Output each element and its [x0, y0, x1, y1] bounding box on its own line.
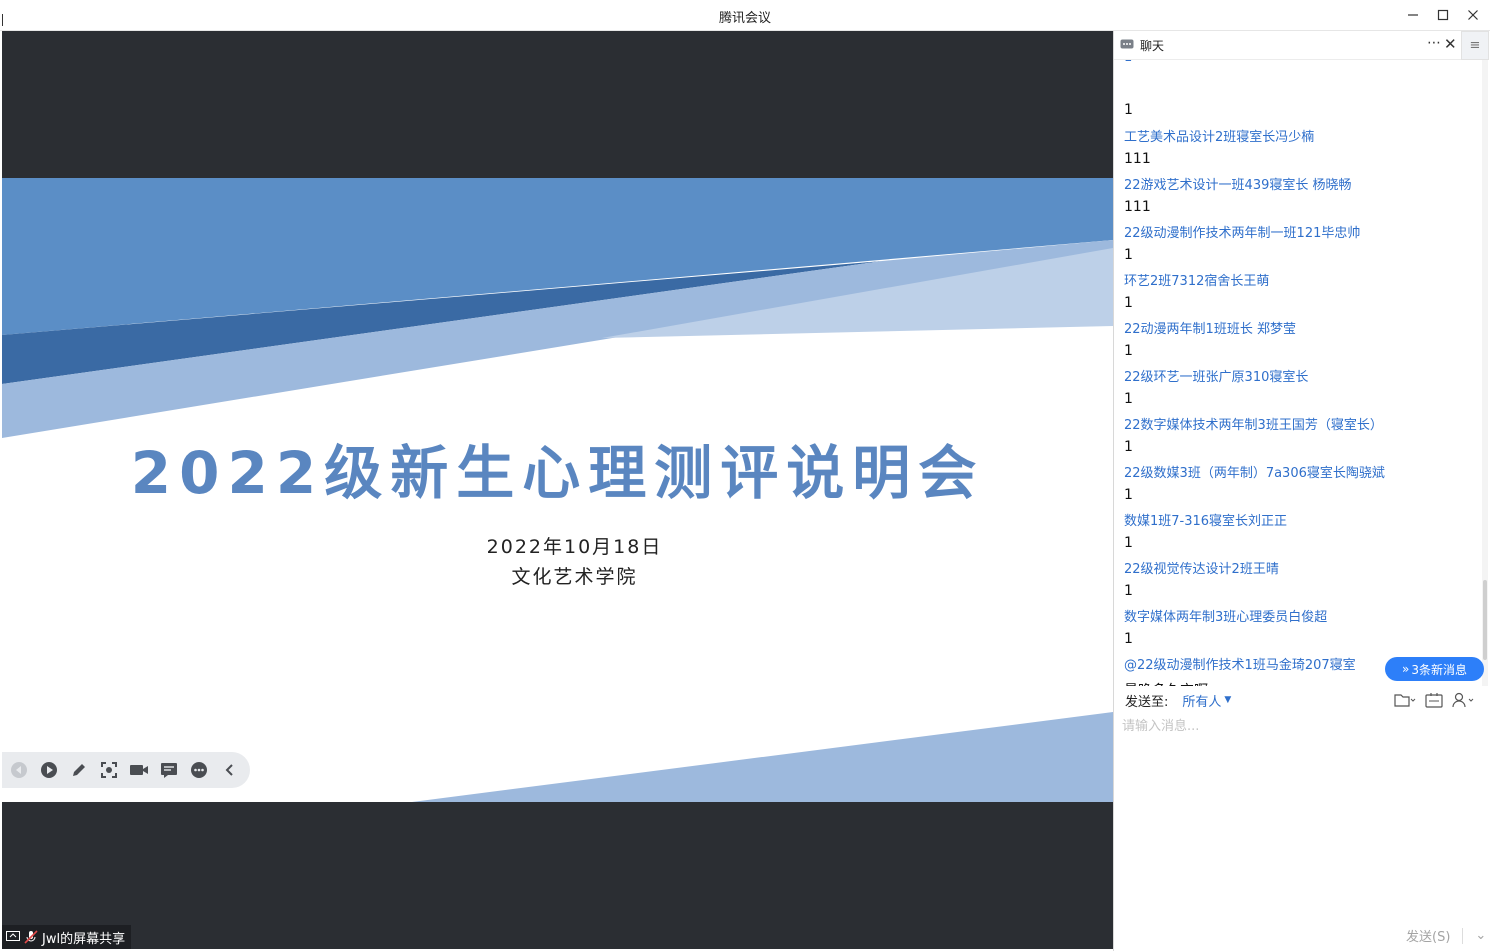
chat-sender-name[interactable]: 环艺2班7312宿舍长王萌 — [1124, 270, 1269, 289]
minimize-button[interactable] — [1401, 4, 1425, 26]
chat-sender-name[interactable]: 22级动漫制作技术两年制一班121毕忠帅 — [1124, 222, 1360, 241]
chat-sender-name[interactable]: 数字媒体两年制3班心理委员白俊超 — [1124, 606, 1327, 625]
shared-screen: 2022级新生心理测评说明会 2022年10月18日 文化艺术学院 Jwl的屏幕… — [2, 31, 1113, 949]
send-to-selector[interactable]: 所有人 — [1182, 691, 1221, 710]
annotation-toolbar — [2, 752, 250, 788]
chat-message-text: 最晚多久交啊 — [1124, 680, 1208, 686]
chat-panel: 聊天 ⋯ ✕ ≡ 11工艺美术品设计2班寝室长冯少楠11122游戏艺术设计一班4… — [1113, 31, 1490, 951]
close-icon — [1468, 10, 1478, 20]
chat-message-text: 111 — [1124, 151, 1151, 167]
chat-sender-name[interactable]: 22数字媒体技术两年制3班王国芳（寝室长） — [1124, 414, 1383, 433]
file-button[interactable] — [1394, 690, 1416, 710]
chat-message-text: 1 — [1124, 583, 1133, 599]
maximize-icon — [1437, 9, 1449, 21]
chat-sender-name[interactable]: 22游戏艺术设计一班439寝室长 杨晓畅 — [1124, 174, 1352, 193]
chat-sender-name[interactable]: 22级数媒3班（两年制）7a306寝室长陶骁斌 — [1124, 462, 1385, 481]
back-icon — [11, 762, 27, 778]
chat-message-text: 1 — [1124, 102, 1133, 118]
chat-message-text: 1 — [1124, 631, 1133, 647]
camera-button[interactable] — [128, 759, 150, 781]
caret-down-icon[interactable]: ▼ — [1224, 695, 1231, 705]
announcement-icon — [1425, 693, 1443, 708]
chat-message-text: 1 — [1124, 487, 1133, 503]
presentation-slide: 2022级新生心理测评说明会 2022年10月18日 文化艺术学院 — [2, 178, 1113, 802]
send-to-bar: 发送至: 所有人 ▼ — [1114, 687, 1490, 713]
chat-toggle-button[interactable] — [158, 759, 180, 781]
send-separator — [1462, 927, 1464, 944]
collapse-toolbar-button[interactable] — [218, 759, 240, 781]
chat-sender-name[interactable]: 22动漫两年制1班班长 郑梦莹 — [1124, 318, 1296, 337]
more-button[interactable] — [188, 759, 210, 781]
chat-sender-name[interactable]: 工艺美术品设计2班寝室长冯少楠 — [1124, 126, 1314, 145]
chat-close-icon[interactable]: ✕ — [1444, 35, 1457, 53]
send-to-label: 发送至: — [1125, 694, 1169, 710]
send-button[interactable]: 发送(S) ⌄ — [1406, 926, 1486, 945]
folder-icon — [1394, 694, 1416, 707]
screenshot-icon — [101, 762, 117, 778]
slide-date: 2022年10月18日 — [486, 536, 663, 558]
new-messages-label: 3条新消息 — [1411, 662, 1467, 677]
screenshot-button[interactable] — [98, 759, 120, 781]
chat-message-text: 1 — [1124, 247, 1133, 263]
chat-header: 聊天 ⋯ ✕ — [1114, 31, 1461, 60]
screen-share-text: Jwl的屏幕共享 — [42, 931, 126, 947]
screen-share-icon — [6, 931, 20, 941]
chat-more-icon[interactable]: ⋯ — [1427, 35, 1441, 51]
scrollbar-thumb[interactable] — [1483, 580, 1487, 660]
chat-side-menu-button[interactable]: ≡ — [1461, 31, 1489, 60]
chat-message-text: 1 — [1124, 343, 1133, 359]
screen-share-label: Jwl的屏幕共享 — [2, 925, 132, 949]
pen-icon — [73, 764, 85, 776]
announcement-button[interactable] — [1425, 690, 1443, 710]
maximize-button[interactable] — [1431, 4, 1455, 26]
more-icon — [191, 762, 207, 778]
close-button[interactable] — [1461, 4, 1485, 26]
chat-title: 聊天 — [1140, 38, 1165, 53]
minimize-icon — [1408, 14, 1418, 16]
new-messages-button[interactable]: » 3条新消息 — [1385, 657, 1484, 681]
mic-muted-icon — [24, 930, 38, 944]
window-titlebar: 腾讯会议 — [0, 0, 1490, 31]
slide-organization: 文化艺术学院 — [511, 566, 638, 588]
slide-title: 2022级新生心理测评说明会 — [130, 439, 985, 507]
menu-icon: ≡ — [1469, 38, 1481, 53]
chat-message-text: 111 — [1124, 199, 1151, 215]
chat-icon — [161, 763, 177, 778]
member-button[interactable] — [1452, 690, 1476, 710]
chat-sender-name[interactable]: 1 — [1124, 60, 1132, 65]
chat-message-text: 1 — [1124, 535, 1133, 551]
send-options-chevron-icon[interactable]: ⌄ — [1475, 928, 1486, 943]
compose-tools — [1394, 690, 1476, 710]
camera-icon — [130, 765, 148, 775]
chat-sender-name[interactable]: @22级动漫制作技术1班马金琦207寝室 — [1124, 654, 1356, 673]
chat-message-list[interactable]: 11工艺美术品设计2班寝室长冯少楠11122游戏艺术设计一班439寝室长 杨晓畅… — [1114, 60, 1482, 686]
chat-sender-name[interactable]: 22级视觉传达设计2班王晴 — [1124, 558, 1279, 577]
chat-message-text: 1 — [1124, 391, 1133, 407]
back-button[interactable] — [8, 759, 30, 781]
chat-bubble-icon — [1120, 39, 1134, 49]
chat-sender-name[interactable]: 22级环艺一班张广原310寝室长 — [1124, 366, 1308, 385]
user-icon — [1452, 692, 1474, 708]
play-button[interactable] — [38, 759, 60, 781]
chat-scrollbar[interactable] — [1482, 60, 1488, 686]
double-chevron-down-icon: » — [1402, 662, 1410, 676]
chat-message-text: 1 — [1124, 439, 1133, 455]
pen-button[interactable] — [68, 759, 90, 781]
message-input[interactable] — [1122, 715, 1482, 915]
window-title: 腾讯会议 — [718, 11, 771, 26]
send-button-label: 发送(S) — [1406, 930, 1451, 945]
chat-message-text: 1 — [1124, 295, 1133, 311]
collapse-icon — [225, 764, 233, 776]
chat-sender-name[interactable]: 数媒1班7-316寝室长刘正正 — [1124, 510, 1287, 529]
play-icon — [41, 762, 57, 778]
